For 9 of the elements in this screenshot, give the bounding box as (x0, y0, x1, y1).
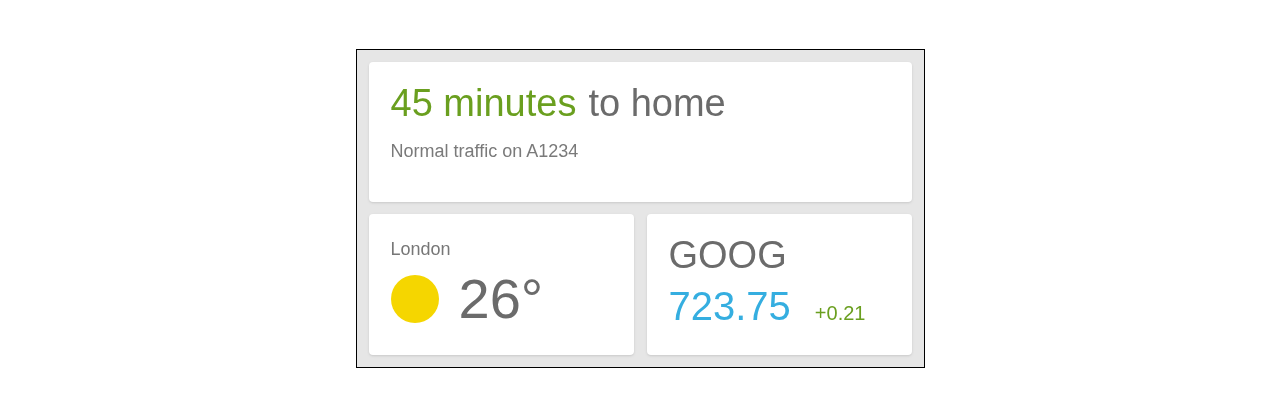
city-name: London (390, 238, 452, 261)
destination: to home (588, 84, 726, 122)
stock-price: 723.75 (668, 286, 791, 326)
price-change: +0.21 (814, 301, 866, 326)
temperature: 26° (458, 271, 544, 327)
stock-symbol: GOOG (668, 236, 788, 274)
traffic-info: Normal traffic on A1234 (390, 140, 580, 163)
sun-icon (390, 275, 439, 323)
travel-time: 45 minutes (390, 84, 577, 122)
